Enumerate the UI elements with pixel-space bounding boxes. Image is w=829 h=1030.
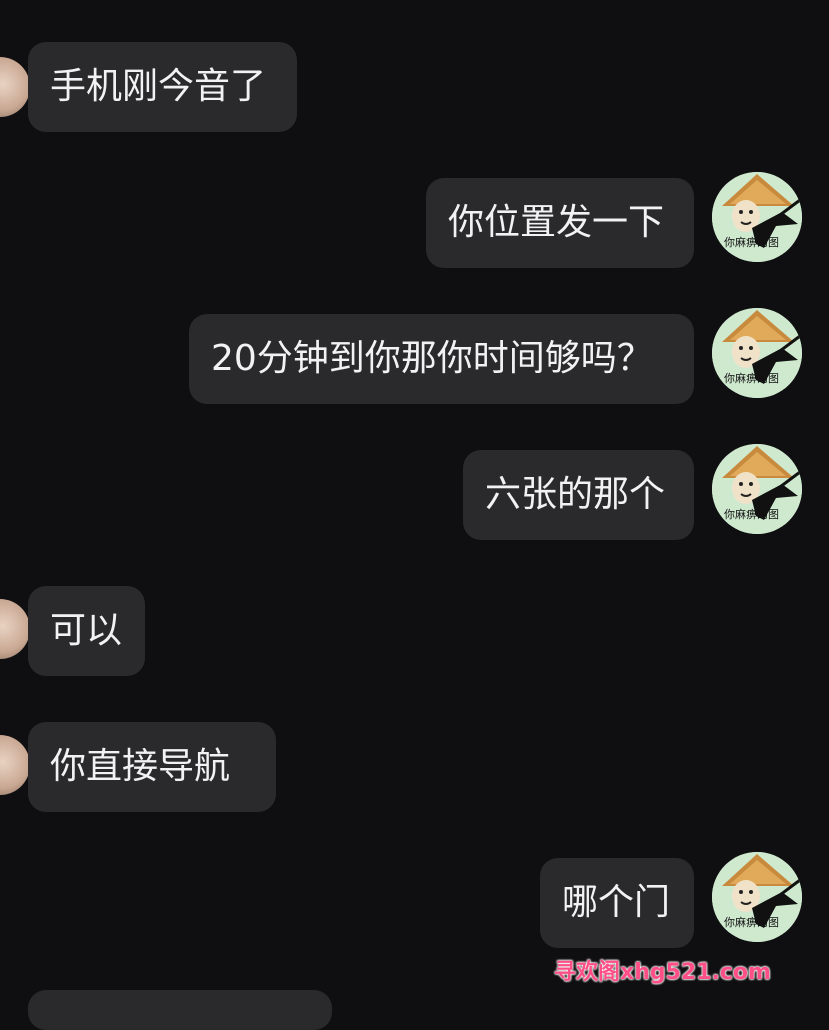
message-bubble-incoming[interactable]: 可以 bbox=[28, 586, 145, 676]
avatar-caption: 你麻痹的图 bbox=[724, 508, 779, 521]
message-bubble-incoming[interactable]: 手机刚今音了 bbox=[28, 42, 297, 132]
contact-avatar[interactable] bbox=[0, 57, 30, 117]
watermark-text: 寻欢阁xhg521.com bbox=[554, 960, 771, 985]
self-avatar[interactable]: 你麻痹的图 bbox=[712, 172, 802, 262]
message-bubble-outgoing[interactable]: 你位置发一下 bbox=[426, 178, 694, 268]
contact-avatar[interactable] bbox=[0, 599, 30, 659]
avatar-caption: 你麻痹的图 bbox=[724, 236, 779, 249]
self-avatar[interactable]: 你麻痹的图 bbox=[712, 444, 802, 534]
message-bubble-outgoing[interactable]: 20分钟到你那你时间够吗？ bbox=[189, 314, 694, 404]
avatar-caption: 你麻痹的图 bbox=[724, 372, 779, 385]
message-bubble-outgoing[interactable]: 哪个门 bbox=[540, 858, 694, 948]
self-avatar[interactable]: 你麻痹的图 bbox=[712, 852, 802, 942]
contact-avatar[interactable] bbox=[0, 735, 30, 795]
message-bubble-incoming-partial[interactable] bbox=[28, 990, 332, 1030]
message-bubble-outgoing[interactable]: 六张的那个 bbox=[463, 450, 694, 540]
avatar-caption: 你麻痹的图 bbox=[724, 916, 779, 929]
message-bubble-incoming[interactable]: 你直接导航 bbox=[28, 722, 276, 812]
self-avatar[interactable]: 你麻痹的图 bbox=[712, 308, 802, 398]
